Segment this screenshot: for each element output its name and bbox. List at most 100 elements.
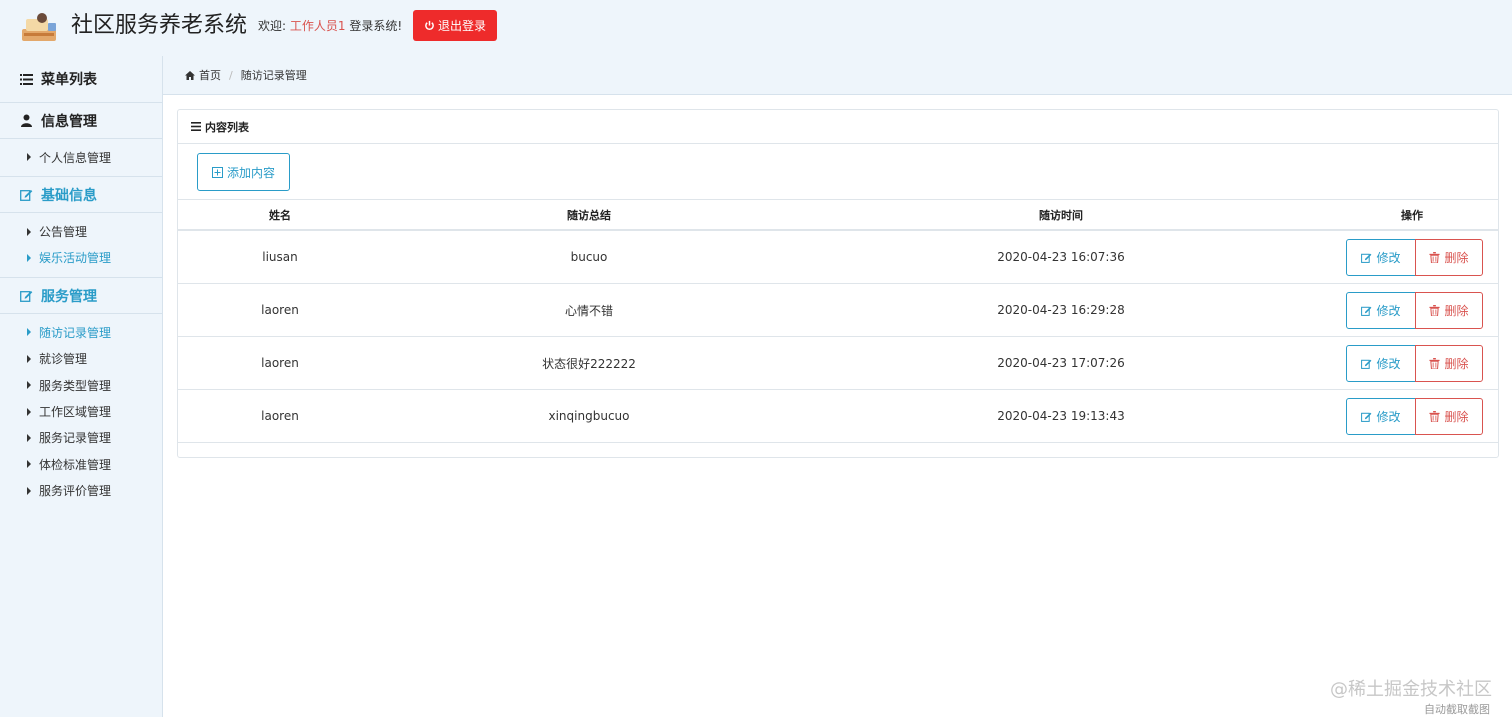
- sidebar-item-label: 服务记录管理: [39, 431, 112, 446]
- edit-icon: [1361, 306, 1372, 316]
- edit-icon: [1361, 412, 1372, 422]
- cell-actions: 修改 删除: [1326, 291, 1498, 329]
- cell-name: liusan: [262, 250, 298, 264]
- caret-right-icon: [27, 328, 31, 337]
- sidebar-item-entertainment[interactable]: 娱乐活动管理: [0, 245, 162, 271]
- edit-label: 修改: [1376, 303, 1401, 318]
- sidebar-item-label: 娱乐活动管理: [39, 251, 112, 266]
- column-header-summary: 随访总结: [567, 208, 611, 222]
- menu-list-header: 菜单列表: [0, 56, 162, 103]
- delete-button[interactable]: 删除: [1415, 397, 1483, 435]
- table-row: laoren 状态很好222222 2020-04-23 17:07:26 修改…: [178, 337, 1498, 390]
- breadcrumb-home[interactable]: 首页: [199, 67, 221, 83]
- welcome-suffix: 登录系统!: [349, 19, 403, 33]
- sidebar-sublist-info: 个人信息管理: [0, 139, 162, 178]
- panel-header: 内容列表: [178, 110, 1498, 144]
- cell-actions: 修改 删除: [1326, 344, 1498, 382]
- menu-icon: [191, 122, 201, 131]
- cell-name: laoren: [261, 356, 299, 370]
- edit-label: 修改: [1376, 356, 1401, 371]
- caret-right-icon: [27, 381, 31, 390]
- panel-title: 内容列表: [205, 120, 249, 134]
- followup-table: 姓名 随访总结 随访时间 操作 liusan bucuo 2020-04-23 …: [178, 199, 1498, 443]
- sidebar-item-work-area[interactable]: 工作区域管理: [0, 398, 162, 424]
- sidebar-sublist-basic: 公告管理 娱乐活动管理: [0, 213, 162, 279]
- trash-icon: [1429, 304, 1441, 316]
- breadcrumb: 首页 / 随访记录管理: [163, 56, 1512, 95]
- cell-name: laoren: [261, 303, 299, 317]
- delete-button[interactable]: 删除: [1415, 238, 1483, 276]
- sidebar-item-label: 公告管理: [39, 225, 88, 240]
- edit-label: 修改: [1376, 250, 1401, 265]
- edit-button[interactable]: 修改: [1346, 238, 1416, 276]
- sidebar-item-service-type[interactable]: 服务类型管理: [0, 372, 162, 398]
- trash-icon: [1429, 357, 1441, 369]
- sidebar-group-label: 服务管理: [41, 288, 97, 305]
- caret-right-icon: [27, 253, 31, 262]
- breadcrumb-separator: /: [229, 68, 233, 82]
- add-content-button[interactable]: 添加内容: [197, 153, 290, 191]
- main-content: 首页 / 随访记录管理 内容列表 添加内容 姓名 随访总结 随访时间 操作 li…: [163, 56, 1512, 717]
- home-icon: [185, 70, 195, 80]
- add-content-label: 添加内容: [226, 165, 275, 180]
- menu-title: 菜单列表: [41, 72, 97, 88]
- list-icon: [20, 73, 33, 85]
- sidebar-group-label: 信息管理: [41, 113, 97, 130]
- sidebar-group-basic[interactable]: 基础信息: [0, 177, 162, 214]
- sidebar-group-label: 基础信息: [41, 187, 97, 204]
- top-header: 社区服务养老系统 欢迎: 工作人员1 登录系统! 退出登录: [0, 0, 1512, 56]
- edit-icon: [1361, 253, 1372, 263]
- trash-icon: [1429, 251, 1441, 263]
- sidebar-item-label: 工作区域管理: [39, 405, 112, 420]
- trash-icon: [1429, 410, 1441, 422]
- caret-right-icon: [27, 486, 31, 495]
- sidebar-item-announcement[interactable]: 公告管理: [0, 218, 162, 244]
- cell-time: 2020-04-23 17:07:26: [997, 356, 1125, 370]
- delete-label: 删除: [1444, 250, 1469, 265]
- sidebar-item-service-review[interactable]: 服务评价管理: [0, 478, 162, 504]
- caret-right-icon: [27, 227, 31, 236]
- sidebar-item-label: 就诊管理: [39, 352, 88, 367]
- edit-icon: [20, 190, 33, 202]
- edit-icon: [1361, 359, 1372, 369]
- welcome-text: 欢迎: 工作人员1 登录系统!: [258, 17, 402, 35]
- delete-button[interactable]: 删除: [1415, 291, 1483, 329]
- caret-right-icon: [27, 153, 31, 162]
- caret-right-icon: [27, 407, 31, 416]
- content-panel: 内容列表 添加内容 姓名 随访总结 随访时间 操作 liusan bucuo 2…: [177, 109, 1499, 458]
- logo-icon: [22, 13, 56, 41]
- sidebar-item-label: 体检标准管理: [39, 457, 112, 472]
- edit-label: 修改: [1376, 409, 1401, 424]
- delete-label: 删除: [1444, 303, 1469, 318]
- edit-button[interactable]: 修改: [1346, 397, 1416, 435]
- sidebar-group-info[interactable]: 信息管理: [0, 103, 162, 139]
- cell-summary: bucuo: [570, 250, 608, 264]
- logout-button[interactable]: 退出登录: [413, 10, 497, 41]
- sidebar-item-personal-info[interactable]: 个人信息管理: [0, 144, 162, 170]
- column-header-time: 随访时间: [1039, 208, 1083, 222]
- sidebar-item-visit[interactable]: 就诊管理: [0, 346, 162, 372]
- cell-summary: 心情不错: [564, 303, 613, 318]
- breadcrumb-current: 随访记录管理: [240, 69, 307, 82]
- sidebar-item-service-record[interactable]: 服务记录管理: [0, 425, 162, 451]
- column-header-actions: 操作: [1401, 208, 1423, 222]
- sidebar-item-label: 个人信息管理: [39, 150, 112, 165]
- cell-time: 2020-04-23 16:07:36: [997, 250, 1125, 264]
- cell-time: 2020-04-23 19:13:43: [997, 409, 1125, 423]
- delete-button[interactable]: 删除: [1415, 344, 1483, 382]
- table-header: 姓名 随访总结 随访时间 操作: [178, 199, 1498, 231]
- sidebar-item-label: 服务类型管理: [39, 378, 112, 393]
- cell-time: 2020-04-23 16:29:28: [997, 303, 1125, 317]
- sidebar-item-checkup-standard[interactable]: 体检标准管理: [0, 451, 162, 477]
- plus-square-icon: [211, 166, 223, 178]
- current-user-name: 工作人员1: [289, 19, 346, 33]
- edit-button[interactable]: 修改: [1346, 344, 1416, 382]
- table-row: laoren xinqingbucuo 2020-04-23 19:13:43 …: [178, 390, 1498, 443]
- sidebar-group-service[interactable]: 服务管理: [0, 278, 162, 315]
- sidebar-sublist-service: 随访记录管理 就诊管理 服务类型管理 工作区域管理 服务记录管理 体检标准管理 …: [0, 314, 162, 510]
- edit-button[interactable]: 修改: [1346, 291, 1416, 329]
- caret-right-icon: [27, 354, 31, 363]
- cell-name: laoren: [261, 409, 299, 423]
- sidebar-item-followup[interactable]: 随访记录管理: [0, 319, 162, 345]
- sidebar: 菜单列表 信息管理 个人信息管理 基础信息 公告管理 娱乐活动管理 服务管理 随…: [0, 56, 163, 717]
